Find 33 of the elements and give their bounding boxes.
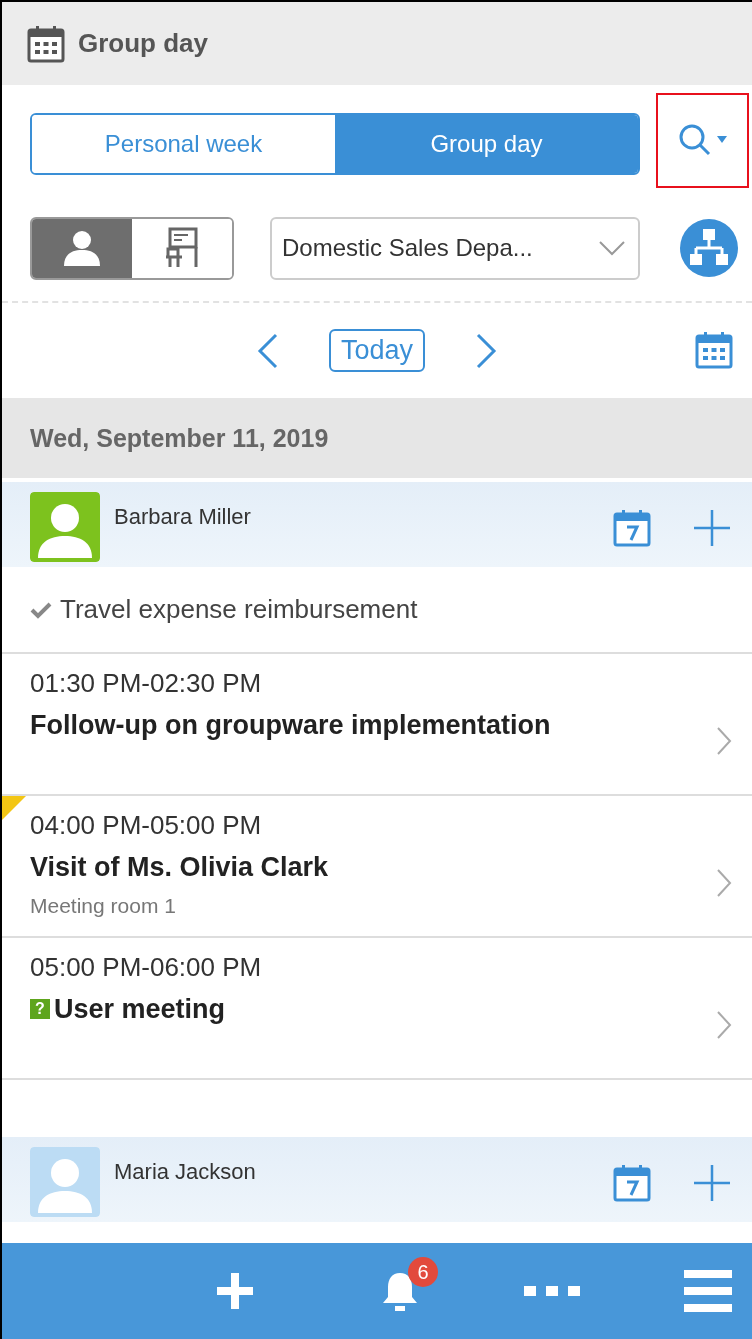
task-title[interactable]: Travel expense reimbursement	[60, 594, 418, 625]
calendar-icon[interactable]	[612, 508, 652, 548]
event-time: 05:00 PM-06:00 PM	[30, 951, 263, 984]
chevron-right-icon[interactable]	[716, 1010, 732, 1040]
org-chart-icon[interactable]	[680, 219, 738, 277]
calendar-icon[interactable]	[612, 1163, 652, 1203]
add-icon[interactable]	[692, 508, 732, 548]
next-icon[interactable]	[475, 332, 498, 369]
user-tab[interactable]	[32, 218, 132, 278]
calendar-icon[interactable]	[26, 23, 66, 64]
status-badge: ?	[30, 999, 50, 1019]
notification-badge: 6	[408, 1257, 438, 1287]
previous-icon[interactable]	[256, 332, 279, 369]
date-heading: Wed, September 11, 2019	[2, 398, 752, 478]
person-icon	[62, 228, 102, 268]
chevron-right-icon[interactable]	[716, 868, 732, 898]
event-title[interactable]: Follow-up on groupware implementation	[30, 700, 551, 750]
menu-icon[interactable]	[684, 1269, 732, 1313]
search-button[interactable]	[656, 92, 749, 188]
chevron-right-icon[interactable]	[716, 726, 732, 756]
event-title[interactable]: User meeting	[54, 984, 226, 1034]
add-icon[interactable]	[692, 1163, 732, 1203]
calendar-icon[interactable]	[694, 330, 734, 370]
page-title: Group day	[78, 28, 208, 59]
user-name: Barbara Miller	[114, 504, 252, 530]
user-name: Maria Jackson	[114, 1159, 257, 1185]
caret-icon	[598, 240, 626, 256]
more-icon[interactable]	[524, 1284, 580, 1298]
event-time: 01:30 PM-02:30 PM	[30, 667, 263, 700]
event-title[interactable]: Visit of Ms. Olivia Clark	[30, 842, 329, 892]
event-location: Meeting room 1	[30, 893, 177, 919]
group-dropdown[interactable]: Domestic Sales Depa...	[270, 216, 640, 280]
event-time: 04:00 PM-05:00 PM	[30, 809, 263, 842]
